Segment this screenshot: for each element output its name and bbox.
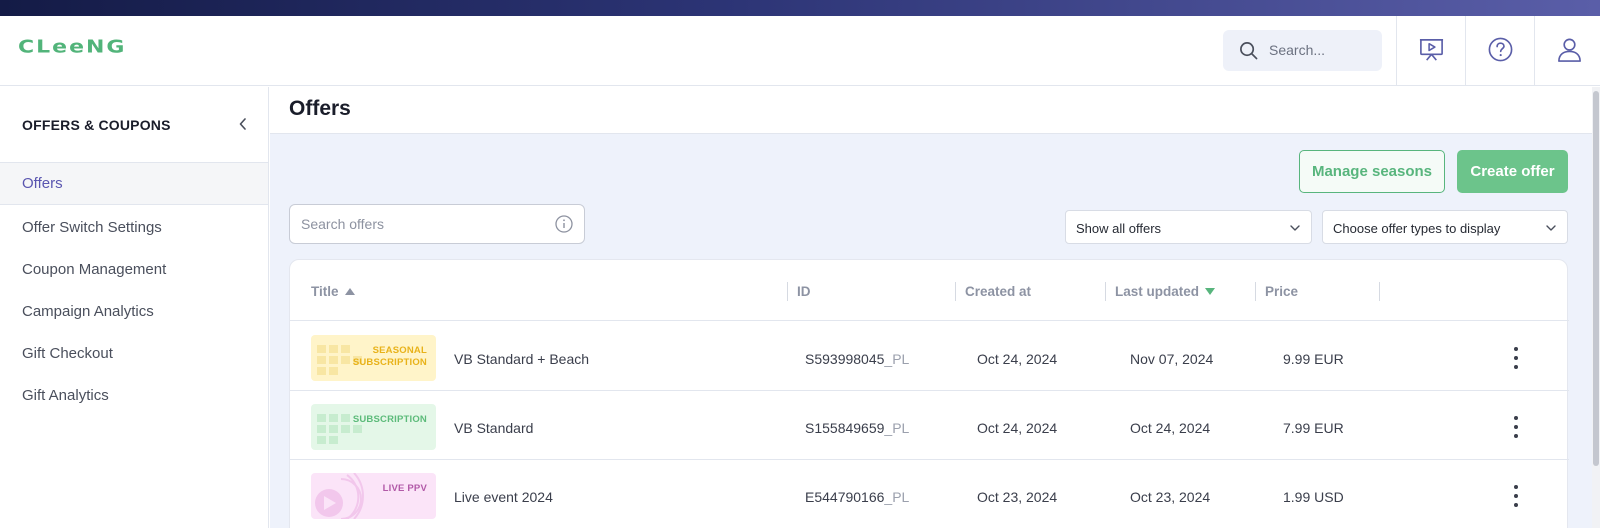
chevron-down-icon [1290, 225, 1300, 231]
column-created-header[interactable]: Created at [965, 284, 1031, 299]
table-row[interactable]: LIVE PPV Live event 2024 E544790166_PL O… [290, 460, 1569, 528]
table-row[interactable]: SEASONAL SUBSCRIPTION VB Standard + Beach… [290, 322, 1569, 391]
table-row[interactable]: SUBSCRIPTION VB Standard S155849659_PL O… [290, 391, 1569, 460]
sidebar-item-offer-switch-settings[interactable]: Offer Switch Settings [0, 207, 268, 249]
offer-types-value: Choose offer types to display [1333, 221, 1501, 236]
offer-last-updated: Oct 23, 2024 [1130, 489, 1211, 505]
offer-last-updated: Oct 24, 2024 [1130, 420, 1211, 436]
offer-price: 9.99 EUR [1283, 351, 1344, 367]
offer-thumbnail-live: LIVE PPV [311, 473, 436, 519]
offer-thumbnail-seasonal: SEASONAL SUBSCRIPTION [311, 335, 436, 381]
column-separator [787, 282, 788, 301]
show-offers-value: Show all offers [1076, 221, 1162, 236]
main-content: Offers Manage seasons Create offer Searc… [270, 87, 1600, 528]
show-offers-select[interactable]: Show all offers [1065, 210, 1312, 244]
sidebar-item-gift-checkout[interactable]: Gift Checkout [0, 333, 268, 375]
sort-ascending-icon [344, 288, 355, 295]
global-search[interactable]: Search... [1223, 30, 1382, 71]
offer-title[interactable]: VB Standard + Beach [454, 351, 589, 367]
page-scrollbar[interactable] [1592, 87, 1600, 528]
offer-id: S593998045_PL [805, 351, 910, 367]
more-options-icon[interactable] [1513, 416, 1519, 438]
sort-descending-icon [1205, 288, 1216, 295]
help-circle-icon [1488, 37, 1513, 62]
sidebar-item-gift-analytics[interactable]: Gift Analytics [0, 375, 268, 417]
column-updated-header[interactable]: Last updated [1115, 284, 1216, 299]
user-menu-button[interactable] [1534, 16, 1600, 85]
offer-types-select[interactable]: Choose offer types to display [1322, 210, 1568, 244]
sidebar: OFFERS & COUPONS Offers Offer Switch Set… [0, 87, 269, 528]
more-options-icon[interactable] [1513, 485, 1519, 507]
cleeng-logo[interactable]: CLeeNG [18, 37, 126, 58]
app-header: CLeeNG Search... [0, 16, 1600, 86]
chevron-left-icon[interactable] [237, 115, 249, 133]
offer-created-at: Oct 24, 2024 [977, 351, 1058, 367]
offer-type-tag: SEASONAL SUBSCRIPTION [352, 345, 427, 368]
offer-title[interactable]: Live event 2024 [454, 489, 553, 505]
page-header: Offers [270, 87, 1600, 134]
offer-last-updated: Nov 07, 2024 [1130, 351, 1214, 367]
offer-type-tag: LIVE PPV [382, 483, 427, 494]
offer-id: E544790166_PL [805, 489, 910, 505]
tutorials-button[interactable] [1396, 16, 1465, 85]
column-separator [1379, 282, 1380, 301]
column-separator [1255, 282, 1256, 301]
table-header: Title ID Created at Last updated Price [290, 260, 1569, 321]
offer-type-tag: SUBSCRIPTION [352, 414, 427, 425]
manage-seasons-button[interactable]: Manage seasons [1299, 150, 1445, 193]
search-icon [1240, 42, 1258, 60]
offers-table: Title ID Created at Last updated Price S… [289, 259, 1569, 528]
more-options-icon[interactable] [1513, 347, 1519, 369]
offer-created-at: Oct 23, 2024 [977, 489, 1058, 505]
presentation-play-icon [1419, 39, 1444, 61]
offer-search-placeholder: Search offers [301, 216, 385, 232]
column-separator [1105, 282, 1106, 301]
column-title-header[interactable]: Title [311, 284, 355, 299]
calendar-pattern-icon [317, 414, 362, 444]
user-icon [1558, 38, 1581, 62]
column-id-header[interactable]: ID [797, 284, 811, 299]
offer-price: 1.99 USD [1283, 489, 1344, 505]
column-price-header[interactable]: Price [1265, 284, 1298, 299]
sidebar-title: OFFERS & COUPONS [22, 117, 171, 133]
offer-created-at: Oct 24, 2024 [977, 420, 1058, 436]
global-search-placeholder: Search... [1269, 42, 1326, 58]
create-offer-button[interactable]: Create offer [1457, 150, 1568, 193]
offer-id: S155849659_PL [805, 420, 910, 436]
column-separator [955, 282, 956, 301]
top-gradient-strip [0, 0, 1600, 16]
offer-thumbnail-subscription: SUBSCRIPTION [311, 404, 436, 450]
page-title: Offers [289, 97, 351, 120]
info-icon[interactable] [555, 215, 573, 233]
broadcast-play-icon [315, 473, 364, 519]
offer-price: 7.99 EUR [1283, 420, 1344, 436]
sidebar-item-campaign-analytics[interactable]: Campaign Analytics [0, 291, 268, 333]
sidebar-item-coupon-management[interactable]: Coupon Management [0, 249, 268, 291]
sidebar-item-offers[interactable]: Offers [0, 163, 268, 205]
help-button[interactable] [1465, 16, 1534, 85]
scrollbar-thumb[interactable] [1593, 91, 1599, 466]
chevron-down-icon [1546, 225, 1556, 231]
offer-search-input[interactable]: Search offers [289, 204, 585, 244]
offer-title[interactable]: VB Standard [454, 420, 533, 436]
